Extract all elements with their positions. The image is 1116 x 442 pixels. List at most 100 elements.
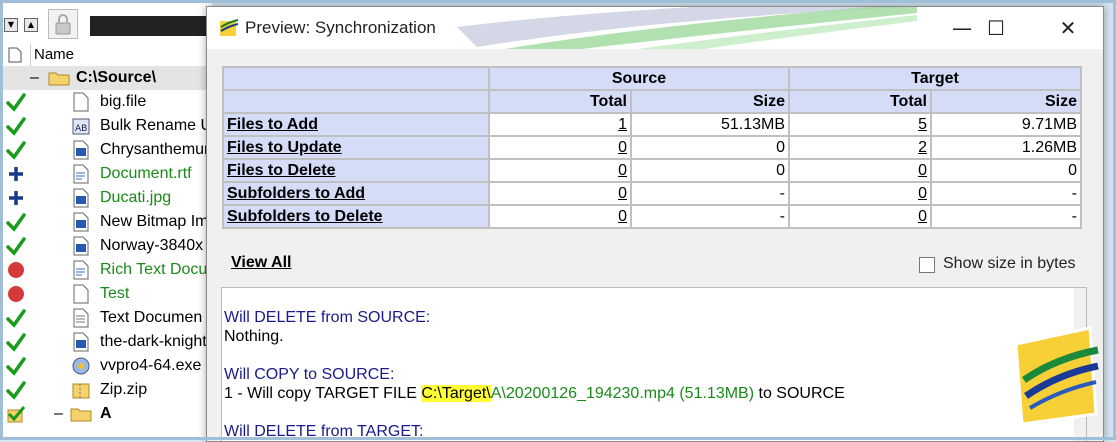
summary-row-label[interactable]: Files to Delete: [224, 160, 488, 181]
target-header: Target: [790, 68, 1080, 89]
text-icon: [73, 308, 89, 328]
log-text: to SOURCE: [754, 385, 845, 402]
file-name: New Bitmap Im: [100, 213, 209, 230]
plus-icon: [9, 167, 23, 181]
log-line: Nothing.: [224, 328, 284, 345]
target-size: -: [932, 183, 1080, 204]
rtf-icon: [73, 164, 89, 184]
view-all-link[interactable]: View All: [231, 254, 291, 272]
file-path: A\20200126_194230.mp4 (51.13MB): [490, 385, 755, 402]
subfolder-row[interactable]: – A: [0, 402, 212, 426]
tree-file-row[interactable]: vvpro4-64.exe: [0, 354, 212, 378]
tree-file-row[interactable]: Text Documen: [0, 306, 212, 330]
tree-file-row[interactable]: Zip.zip: [0, 378, 212, 402]
dialog-title: Preview: Synchronization: [245, 18, 436, 37]
app-icon: AB: [72, 118, 90, 135]
zip-icon: [72, 383, 90, 399]
target-total-header: Total: [790, 91, 930, 112]
source-total-link[interactable]: 0: [490, 137, 630, 158]
file-name: Chrysanthemur: [100, 141, 210, 158]
summary-row-label[interactable]: Subfolders to Add: [224, 183, 488, 204]
show-bytes-checkbox[interactable]: [919, 257, 935, 273]
tree-file-row[interactable]: Document.rtf: [0, 162, 212, 186]
source-total-link[interactable]: 0: [490, 160, 630, 181]
scroll-up-button[interactable]: ▲: [24, 18, 38, 32]
summary-row: Files to Update 0 0 2 1.26MB: [224, 137, 1080, 158]
summary-row: Subfolders to Add 0-0-: [224, 183, 1080, 204]
tree-file-row[interactable]: New Bitmap Im: [0, 210, 212, 234]
source-size: 0: [632, 160, 788, 181]
collapse-toggle[interactable]: –: [30, 66, 39, 90]
source-total-link[interactable]: 0: [490, 206, 630, 227]
tree-file-row[interactable]: Rich Text Docu: [0, 258, 212, 282]
source-total-header: Total: [490, 91, 630, 112]
path-bar: [90, 16, 212, 36]
target-total-link[interactable]: 5: [790, 114, 930, 135]
target-size: 0: [932, 160, 1080, 181]
file-name: Bulk Rename U: [100, 117, 212, 134]
check-icon: [6, 357, 26, 376]
source-header: Source: [490, 68, 788, 89]
check-icon: [6, 117, 26, 136]
source-size: -: [632, 183, 788, 204]
tree-file-row[interactable]: the-dark-knight: [0, 330, 212, 354]
tree-file-row[interactable]: big.file: [0, 90, 212, 114]
file-name: Text Documen: [100, 309, 203, 326]
target-total-link[interactable]: 0: [790, 183, 930, 204]
file-name: vvpro4-64.exe: [100, 357, 202, 374]
tree-file-row[interactable]: Ducati.jpg: [0, 186, 212, 210]
target-total-link[interactable]: 0: [790, 206, 930, 227]
summary-row-label[interactable]: Files to Update: [224, 137, 488, 158]
target-size-header: Size: [932, 91, 1080, 112]
log-text: 1 - Will copy TARGET FILE: [224, 385, 422, 402]
show-bytes-label[interactable]: Show size in bytes: [943, 255, 1076, 273]
source-total-link[interactable]: 1: [490, 114, 630, 135]
file-name: Document.rtf: [100, 165, 192, 182]
maximize-button[interactable]: ☐: [973, 13, 1019, 43]
file-icon: [73, 92, 89, 112]
root-folder-label: C:\Source\: [76, 69, 157, 86]
target-size: 1.26MB: [932, 137, 1080, 158]
lock-button[interactable]: [48, 9, 78, 39]
summary-row-label[interactable]: Subfolders to Delete: [224, 206, 488, 227]
image-icon: [73, 140, 89, 160]
check-icon: [6, 309, 26, 328]
name-column-header[interactable]: Name: [34, 46, 74, 63]
log-line: Will DELETE from TARGET:: [224, 423, 424, 440]
tree-file-row[interactable]: Chrysanthemur: [0, 138, 212, 162]
tree-file-row[interactable]: Norway-3840x: [0, 234, 212, 258]
target-total-link[interactable]: 2: [790, 137, 930, 158]
source-size: 0: [632, 137, 788, 158]
tree-header: Name: [0, 44, 212, 67]
check-icon: [6, 237, 26, 256]
collapse-toggle[interactable]: –: [54, 402, 63, 426]
page-icon: [8, 47, 22, 63]
scroll-down-button[interactable]: ▼: [4, 18, 18, 32]
sync-log: Will DELETE from SOURCE: Nothing. Will C…: [221, 287, 1087, 441]
summary-row: Files to Delete 0 0 0 0: [224, 160, 1080, 181]
summary-row-label[interactable]: Files to Add: [224, 114, 488, 135]
image-icon: [73, 236, 89, 256]
file-name: Zip.zip: [100, 381, 148, 398]
tree-root-row[interactable]: – C:\Source\: [0, 66, 212, 90]
highlighted-path: C:\Target\: [421, 385, 491, 402]
dialog-content: Source Target Total Size Total Size File…: [207, 49, 1103, 441]
file-name: the-dark-knight: [100, 333, 207, 350]
lock-icon: [55, 14, 71, 35]
target-total-link[interactable]: 0: [790, 160, 930, 181]
plus-icon: [9, 191, 23, 205]
summary-row: Subfolders to Delete 0-0-: [224, 206, 1080, 227]
check-icon: [6, 213, 26, 232]
tree-file-row[interactable]: AB Bulk Rename U: [0, 114, 212, 138]
rtf-icon: [73, 260, 89, 280]
log-line-copy: 1 - Will copy TARGET FILE C:\Target\A\20…: [224, 384, 845, 403]
log-line: Will DELETE from SOURCE:: [224, 309, 431, 326]
image-icon: [73, 332, 89, 352]
title-bar[interactable]: Preview: Synchronization — ☐ ✕: [207, 7, 1103, 59]
check-icon: [6, 93, 26, 112]
tree-file-row[interactable]: Test: [0, 282, 212, 306]
exe-icon: [72, 357, 90, 375]
partial-check-icon: [7, 406, 26, 423]
source-total-link[interactable]: 0: [490, 183, 630, 204]
close-button[interactable]: ✕: [1045, 13, 1091, 43]
